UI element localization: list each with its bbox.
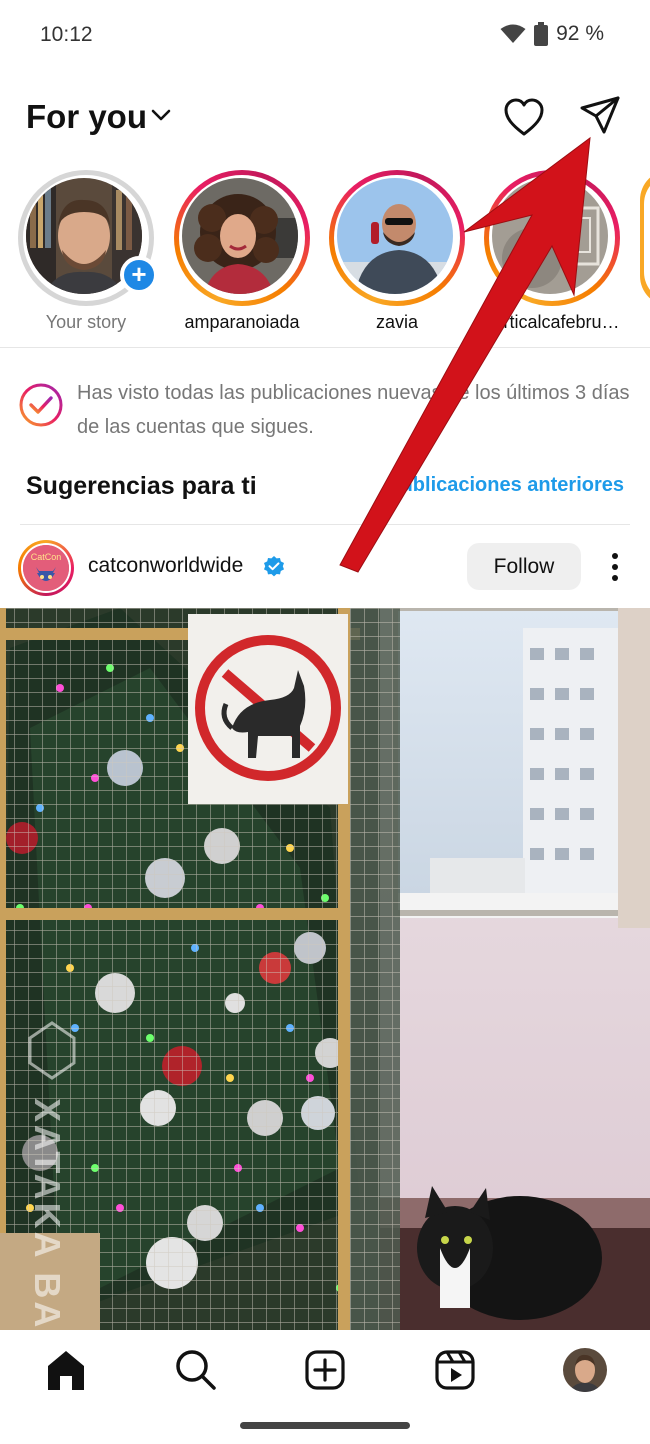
chevron-down-icon[interactable] [150, 108, 172, 122]
checkmark-circle-icon [19, 383, 63, 427]
story-amparanoiada[interactable]: amparanoiada [172, 168, 312, 338]
story-zavia[interactable]: zavia [327, 168, 467, 338]
battery-percent: 92 % [556, 22, 604, 45]
status-bar: 10:12 92 % [0, 0, 650, 70]
story-your-story[interactable]: + Your story [16, 168, 158, 338]
wifi-icon [500, 24, 526, 43]
watermark-text: XATAKA BASICS [27, 1098, 68, 1330]
status-icons: 92 % [500, 22, 604, 46]
feed-header: For you [0, 88, 650, 148]
post-avatar: CatCon [23, 545, 69, 591]
direct-message-icon[interactable] [578, 94, 622, 138]
suggestions-title: Sugerencias para ti [26, 472, 257, 500]
create-icon[interactable] [301, 1346, 349, 1394]
post-avatar-ring[interactable]: CatCon [18, 540, 74, 596]
feed-title[interactable]: For you [26, 98, 147, 136]
add-story-plus-icon[interactable]: + [120, 256, 158, 294]
stories-tray: + Your story amparanoiada zavia vertical… [0, 168, 650, 338]
caught-up-notice: Has visto todas las publicaciones nuevas… [0, 372, 650, 442]
post-avatar-gap: CatCon [21, 543, 71, 593]
battery-icon [534, 22, 549, 46]
story-label: zavia [375, 312, 419, 332]
search-icon[interactable] [172, 1346, 220, 1394]
bottom-navigation [0, 1330, 650, 1444]
home-icon[interactable] [42, 1346, 90, 1394]
post-header: CatCon catconworldwide Follow [0, 538, 650, 598]
heart-icon[interactable] [502, 96, 546, 140]
story-avatar [337, 178, 453, 294]
older-posts-link[interactable]: Publicaciones anteriores [387, 474, 624, 497]
verified-badge-icon [264, 556, 284, 577]
profile-avatar[interactable] [563, 1348, 607, 1392]
home-indicator[interactable] [240, 1422, 410, 1429]
post-image[interactable]: XATAKA BASICS [0, 608, 650, 1330]
story-avatar [492, 178, 608, 294]
story-label: verticalcafebru… [484, 312, 620, 332]
reels-icon[interactable] [431, 1346, 479, 1394]
stories-divider [0, 347, 650, 348]
story-verticalcafe[interactable]: verticalcafebru… [482, 168, 622, 338]
story-label: amparanoiada [184, 312, 300, 332]
follow-button[interactable]: Follow [467, 543, 581, 590]
post-photo: XATAKA BASICS [0, 608, 650, 1330]
story-avatar [182, 178, 298, 294]
more-options-icon[interactable] [602, 550, 628, 584]
status-time: 10:12 [40, 23, 93, 46]
caught-up-text: Has visto todas las publicaciones nuevas… [77, 382, 630, 438]
post-username[interactable]: catconworldwide [88, 554, 243, 578]
post-avatar-text: CatCon [31, 552, 62, 562]
suggestions-divider [20, 524, 630, 525]
story-label: Your story [45, 312, 127, 332]
story-partial-next[interactable] [640, 170, 650, 306]
suggestions-header: Sugerencias para ti Publicaciones anteri… [0, 466, 650, 506]
